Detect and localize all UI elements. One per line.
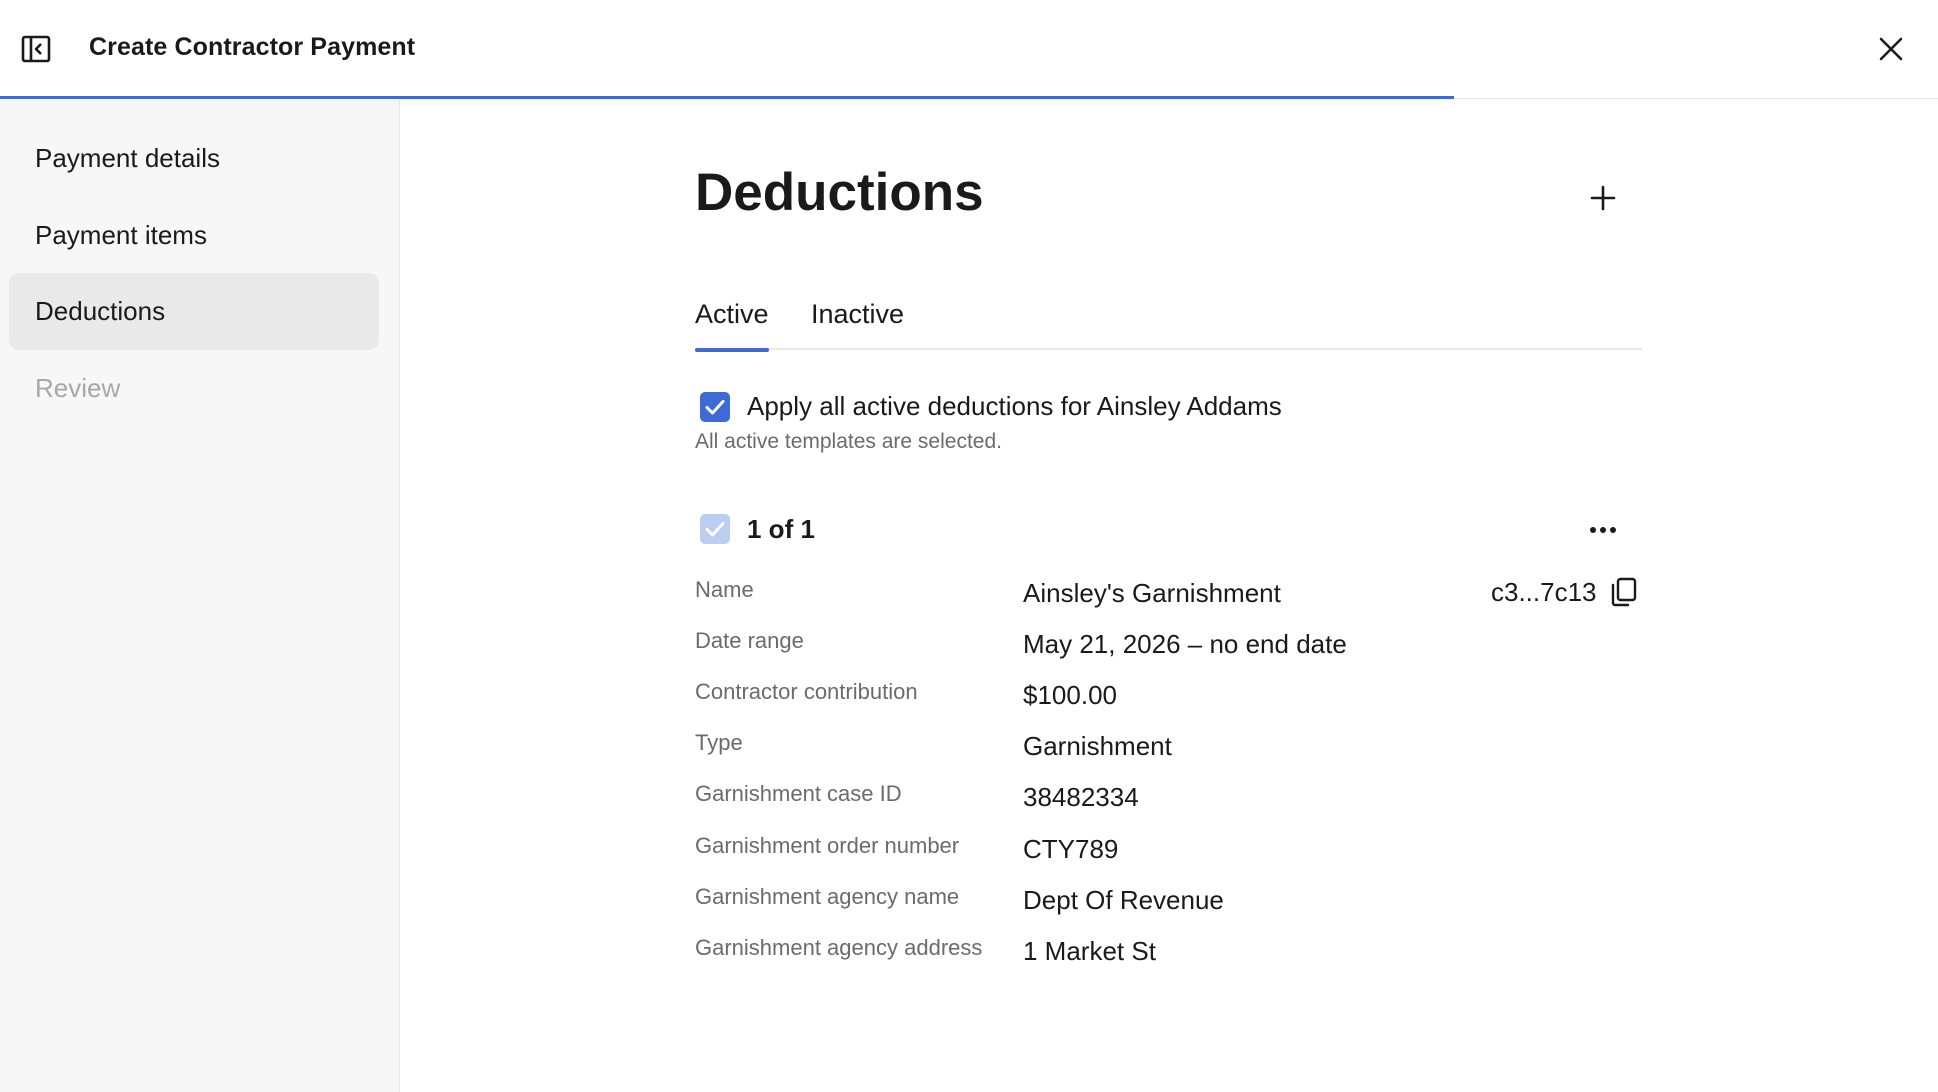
close-icon[interactable] <box>1874 32 1908 66</box>
tab-active[interactable]: Active <box>695 278 769 352</box>
tab-inactive[interactable]: Inactive <box>811 278 904 350</box>
checkmark-icon <box>705 522 725 537</box>
sidebar-collapse-icon[interactable] <box>20 34 52 64</box>
field-value-case-id: 38482334 <box>1023 782 1139 812</box>
progress-bar-fill <box>0 96 1454 99</box>
sidebar-item-label: Payment items <box>35 220 207 250</box>
sidebar-item-label: Deductions <box>35 296 166 326</box>
deduction-tabs: Active Inactive <box>695 278 1642 352</box>
field-value-date-range: May 21, 2026 – no end date <box>1023 629 1347 659</box>
sidebar-item-label: Payment details <box>35 143 220 173</box>
progress-bar <box>0 96 1938 99</box>
field-value-name: Ainsley's Garnishment <box>1023 578 1281 608</box>
field-label-case-id: Garnishment case ID <box>695 781 902 806</box>
sidebar-item-review: Review <box>9 350 379 427</box>
field-value-agency-address: 1 Market St <box>1023 936 1156 966</box>
field-label-name: Name <box>695 577 754 602</box>
field-value-agency-name: Dept Of Revenue <box>1023 885 1224 915</box>
field-label-agency-name: Garnishment agency name <box>695 884 960 909</box>
field-value-type: Garnishment <box>1023 731 1172 761</box>
field-label-date-range: Date range <box>695 628 804 653</box>
sidebar-item-deductions[interactable]: Deductions <box>9 273 379 350</box>
more-horizontal-icon <box>1590 527 1616 533</box>
deduction-id: c3...7c13 <box>1491 576 1597 607</box>
field-label-type: Type <box>695 730 743 755</box>
field-value-contractor-contribution: $100.00 <box>1023 680 1117 710</box>
deduction-count-label: 1 of 1 <box>747 514 815 544</box>
page-title: Deductions <box>695 163 984 222</box>
more-options-button[interactable] <box>1581 508 1625 552</box>
apply-all-label: Apply all active deductions for Ainsley … <box>747 391 1282 421</box>
plus-icon <box>1590 185 1616 211</box>
copy-icon[interactable] <box>1607 576 1639 608</box>
apply-all-checkbox[interactable] <box>700 392 730 422</box>
sidebar-item-payment-items[interactable]: Payment items <box>9 197 379 274</box>
page-header-title: Create Contractor Payment <box>89 33 416 61</box>
field-label-contractor-contribution: Contractor contribution <box>695 679 918 704</box>
sidebar-nav: Payment details Payment items Deductions… <box>0 100 400 1092</box>
sidebar-item-payment-details[interactable]: Payment details <box>9 120 379 197</box>
add-deduction-button[interactable] <box>1581 176 1625 220</box>
deduction-id-group: c3...7c13 <box>1491 572 1639 612</box>
main-content: Deductions Active Inactive Apply all act… <box>401 100 1938 1092</box>
field-label-order-number: Garnishment order number <box>695 833 960 858</box>
deduction-select-checkbox[interactable] <box>700 514 730 544</box>
checkmark-icon <box>705 400 725 415</box>
field-value-order-number: CTY789 <box>1023 834 1119 864</box>
apply-all-helper-text: All active templates are selected. <box>695 430 1002 453</box>
field-label-agency-address: Garnishment agency address <box>695 935 983 960</box>
sidebar-item-label: Review <box>35 373 121 403</box>
header-bar: Create Contractor Payment <box>0 0 1938 99</box>
